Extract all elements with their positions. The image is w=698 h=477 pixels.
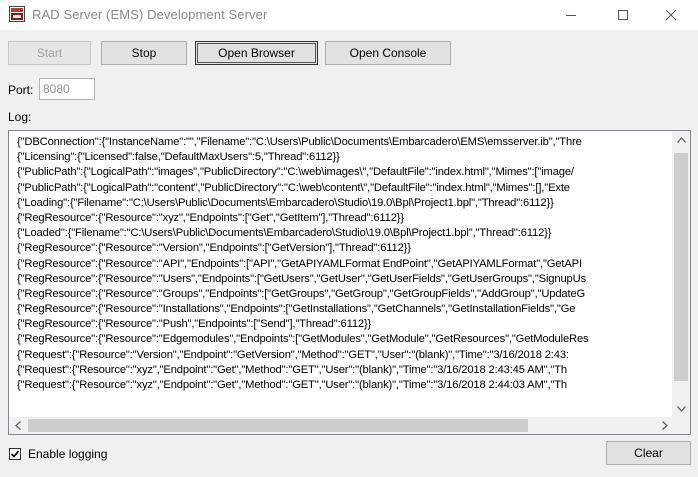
down-arrow-icon — [676, 405, 686, 412]
log-line: {"DBConnection":{"InstanceName":"","File… — [17, 136, 582, 148]
log-line: {"RegResource":{"Resource":"Groups","End… — [17, 287, 586, 300]
title-bar: RAD Server (EMS) Development Server — [0, 0, 698, 30]
minimize-button[interactable] — [548, 0, 594, 30]
port-input[interactable] — [39, 78, 95, 100]
maximize-button[interactable] — [600, 0, 646, 30]
log-line: {"PublicPath":{"LogicalPath":"images","P… — [17, 166, 574, 179]
checkbox-box[interactable] — [9, 448, 21, 460]
maximize-icon — [618, 10, 628, 20]
vertical-scroll-thumb[interactable] — [674, 153, 688, 381]
horizontal-scroll-thumb[interactable] — [28, 419, 528, 432]
horizontal-scrollbar[interactable] — [9, 417, 673, 434]
log-line: {"RegResource":{"Resource":"Users","Endp… — [17, 272, 586, 285]
log-line: {"RegResource":{"Resource":"xyz","Endpoi… — [17, 211, 404, 224]
scroll-down-button[interactable] — [672, 400, 690, 417]
log-line: {"Licensing":{"Licensed":false,"DefaultM… — [17, 151, 340, 164]
left-arrow-icon — [14, 421, 21, 430]
stop-button[interactable]: Stop — [101, 41, 187, 65]
log-line: {"RegResource":{"Resource":"Push","Endpo… — [17, 318, 372, 331]
close-icon — [665, 9, 677, 21]
log-text: {"DBConnection":{"InstanceName":"","File… — [9, 131, 671, 417]
client-area: Start Stop Open Browser Open Console Por… — [0, 30, 698, 477]
scroll-right-button[interactable] — [656, 417, 673, 434]
log-line: {"RegResource":{"Resource":"API","Endpoi… — [17, 257, 582, 270]
log-line: {"Loading":{"Filename":"C:\Users\Public\… — [17, 196, 554, 209]
log-label: Log: — [8, 110, 32, 124]
log-line: {"Request":{"Resource":"xyz","Endpoint":… — [17, 379, 567, 391]
log-line: {"Loaded":{"Filename":"C:\Users\Public\D… — [17, 227, 552, 240]
enable-logging-label: Enable logging — [28, 447, 108, 461]
open-browser-button[interactable]: Open Browser — [195, 41, 318, 65]
app-icon — [9, 6, 25, 22]
clear-button[interactable]: Clear — [606, 441, 691, 465]
log-line: {"Request":{"Resource":"Version","Endpoi… — [17, 348, 569, 361]
checkmark-icon — [10, 450, 20, 458]
enable-logging-checkbox[interactable]: Enable logging — [9, 447, 107, 461]
log-line: {"Request":{"Resource":"xyz","Endpoint":… — [17, 363, 567, 376]
scroll-up-button[interactable] — [672, 131, 690, 148]
up-arrow-icon — [676, 136, 686, 143]
start-button[interactable]: Start — [8, 41, 91, 65]
open-console-button[interactable]: Open Console — [325, 41, 451, 65]
log-line: {"RegResource":{"Resource":"Installation… — [17, 303, 576, 316]
scroll-left-button[interactable] — [9, 417, 26, 434]
right-arrow-icon — [661, 421, 668, 430]
log-line: {"PublicPath":{"LogicalPath":"content","… — [17, 181, 570, 194]
port-label: Port: — [8, 83, 34, 97]
log-memo[interactable]: {"DBConnection":{"InstanceName":"","File… — [8, 130, 691, 435]
close-button[interactable] — [648, 0, 694, 30]
vertical-scrollbar[interactable] — [672, 131, 690, 417]
scrollbar-corner — [672, 417, 690, 434]
minimize-icon — [566, 15, 576, 16]
log-line: {"RegResource":{"Resource":"Version","En… — [17, 242, 411, 255]
log-line: {"RegResource":{"Resource":"Edgemodules"… — [17, 333, 589, 346]
window-title: RAD Server (EMS) Development Server — [32, 7, 268, 22]
